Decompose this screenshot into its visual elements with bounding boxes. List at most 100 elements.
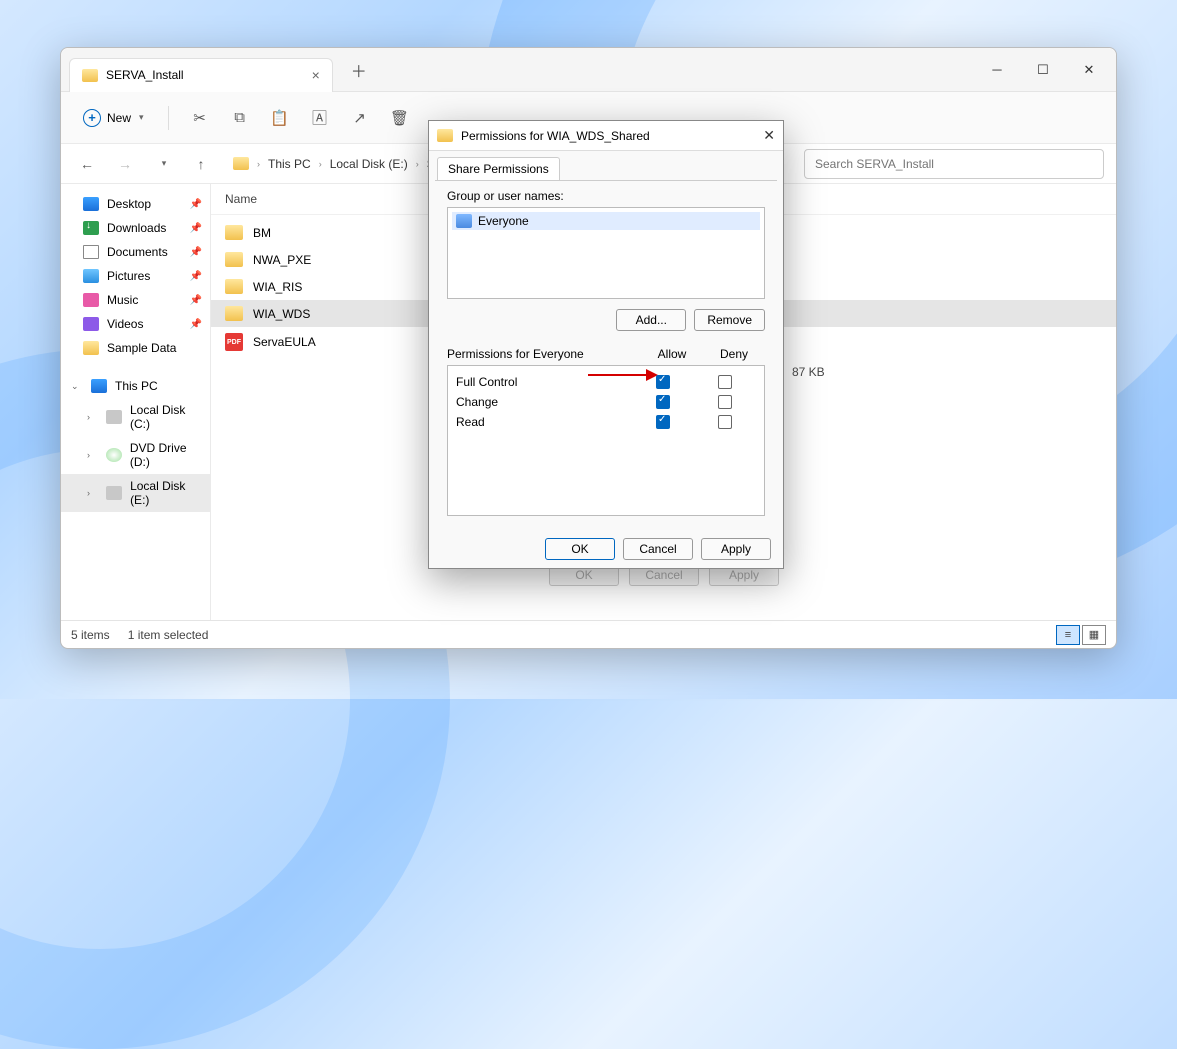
chevron-right-icon: › (416, 159, 419, 169)
tab-close-icon[interactable]: × (312, 67, 320, 83)
breadcrumb-segment[interactable]: This PC (268, 157, 311, 171)
video-icon (83, 317, 99, 331)
annotation-arrow (588, 374, 646, 376)
separator (168, 106, 169, 130)
icons-view-button[interactable]: ▦ (1082, 625, 1106, 645)
deny-checkbox[interactable] (718, 415, 732, 429)
music-icon (83, 293, 99, 307)
up-button[interactable]: ↑ (187, 150, 215, 178)
pic-icon (83, 269, 99, 283)
group-row-everyone[interactable]: Everyone (452, 212, 760, 230)
paste-icon[interactable]: 📋 (263, 101, 297, 135)
minimize-button[interactable]: ─ (974, 54, 1020, 86)
ok-button[interactable]: OK (545, 538, 615, 560)
window-tab[interactable]: SERVA_Install × (69, 58, 333, 92)
allow-header: Allow (641, 347, 703, 361)
sidebar-item-music[interactable]: Music 📌 (61, 288, 210, 312)
permission-row: Change (456, 392, 756, 412)
permission-row: Read (456, 412, 756, 432)
sidebar-item-sample-data[interactable]: Sample Data (61, 336, 210, 360)
expand-icon[interactable]: › (87, 450, 98, 460)
dialog-title: Permissions for WIA_WDS_Shared (461, 129, 650, 143)
new-button[interactable]: + New ▾ (73, 103, 154, 133)
chevron-right-icon: › (319, 159, 322, 169)
breadcrumb-segment[interactable]: Local Disk (E:) (330, 157, 408, 171)
expand-icon[interactable]: › (87, 488, 98, 498)
rename-icon[interactable]: 🄰 (303, 101, 337, 135)
permissions-dialog: Permissions for WIA_WDS_Shared ✕ Share P… (428, 120, 784, 569)
dialog-tabs: Share Permissions (429, 151, 783, 180)
sidebar-item-label: Pictures (107, 269, 150, 283)
sidebar-item-label: Local Disk (E:) (130, 479, 202, 507)
sidebar-item-documents[interactable]: Documents 📌 (61, 240, 210, 264)
permissions-label: Permissions for Everyone (447, 347, 641, 361)
pin-icon: 📌 (190, 199, 202, 210)
sidebar-item-this-pc[interactable]: ⌄ This PC (61, 374, 210, 398)
sidebar-item-label: Sample Data (107, 341, 176, 355)
details-view-button[interactable]: ≡ (1056, 625, 1080, 645)
remove-button[interactable]: Remove (694, 309, 765, 331)
status-selected-count: 1 item selected (128, 628, 209, 642)
disk-icon (106, 410, 122, 424)
cut-icon[interactable]: ✂ (183, 101, 217, 135)
sidebar-item-label: This PC (115, 379, 158, 393)
copy-icon[interactable]: ⧉ (223, 101, 257, 135)
maximize-button[interactable]: ☐ (1020, 54, 1066, 86)
allow-checkbox[interactable] (656, 375, 670, 389)
deny-checkbox[interactable] (718, 395, 732, 409)
sidebar: Desktop📌Downloads📌Documents📌Pictures📌Mus… (61, 184, 211, 620)
dvd-icon (106, 448, 122, 462)
tab-title: SERVA_Install (106, 68, 184, 82)
pin-icon: 📌 (190, 247, 202, 258)
folder-icon (225, 252, 243, 267)
new-tab-button[interactable]: ＋ (351, 58, 367, 82)
folder-icon (233, 157, 249, 170)
desktop-icon (83, 197, 99, 211)
pin-icon: 📌 (190, 295, 202, 306)
sidebar-item-drive[interactable]: › DVD Drive (D:) (61, 436, 210, 474)
folder-icon (437, 129, 453, 142)
recent-dropdown[interactable]: ▾ (149, 150, 177, 178)
deny-header: Deny (703, 347, 765, 361)
add-button[interactable]: Add... (616, 309, 686, 331)
sidebar-item-drive[interactable]: ›Local Disk (C:) (61, 398, 210, 436)
close-window-button[interactable]: ✕ (1066, 54, 1112, 86)
sidebar-item-videos[interactable]: Videos 📌 (61, 312, 210, 336)
share-icon[interactable]: ↗ (343, 101, 377, 135)
delete-icon[interactable]: 🗑 (383, 101, 417, 135)
pc-icon (91, 379, 107, 393)
sidebar-item-label: Documents (107, 245, 168, 259)
sidebar-item-pictures[interactable]: Pictures📌 (61, 264, 210, 288)
pin-icon: 📌 (190, 223, 202, 234)
expand-icon[interactable]: ⌄ (71, 381, 83, 392)
pin-icon: 📌 (190, 319, 202, 330)
expand-icon[interactable]: › (87, 412, 98, 422)
group-name: Everyone (478, 214, 529, 228)
sidebar-item-desktop[interactable]: Desktop📌 (61, 192, 210, 216)
file-name: WIA_WDS (253, 307, 310, 321)
folder-icon (225, 279, 243, 294)
doc-icon (83, 245, 99, 259)
folder-icon (83, 341, 99, 355)
sidebar-item-drive[interactable]: › Local Disk (E:) (61, 474, 210, 512)
sidebar-item-label: Videos (107, 317, 143, 331)
cancel-button[interactable]: Cancel (623, 538, 693, 560)
search-box[interactable] (804, 149, 1104, 179)
back-button[interactable]: ← (73, 150, 101, 178)
sidebar-item-label: Music (107, 293, 138, 307)
plus-icon: + (83, 109, 101, 127)
deny-checkbox[interactable] (718, 375, 732, 389)
status-item-count: 5 items (71, 628, 110, 642)
forward-button[interactable]: → (111, 150, 139, 178)
allow-checkbox[interactable] (656, 415, 670, 429)
sidebar-item-downloads[interactable]: Downloads📌 (61, 216, 210, 240)
apply-button[interactable]: Apply (701, 538, 771, 560)
permission-name: Change (456, 395, 632, 409)
group-list[interactable]: Everyone (447, 207, 765, 299)
permissions-list: Full ControlChangeRead (447, 365, 765, 516)
sidebar-item-label: DVD Drive (D:) (130, 441, 202, 469)
close-icon[interactable]: ✕ (763, 127, 775, 144)
tab-share-permissions[interactable]: Share Permissions (437, 157, 560, 180)
search-input[interactable] (813, 156, 1095, 172)
allow-checkbox[interactable] (656, 395, 670, 409)
